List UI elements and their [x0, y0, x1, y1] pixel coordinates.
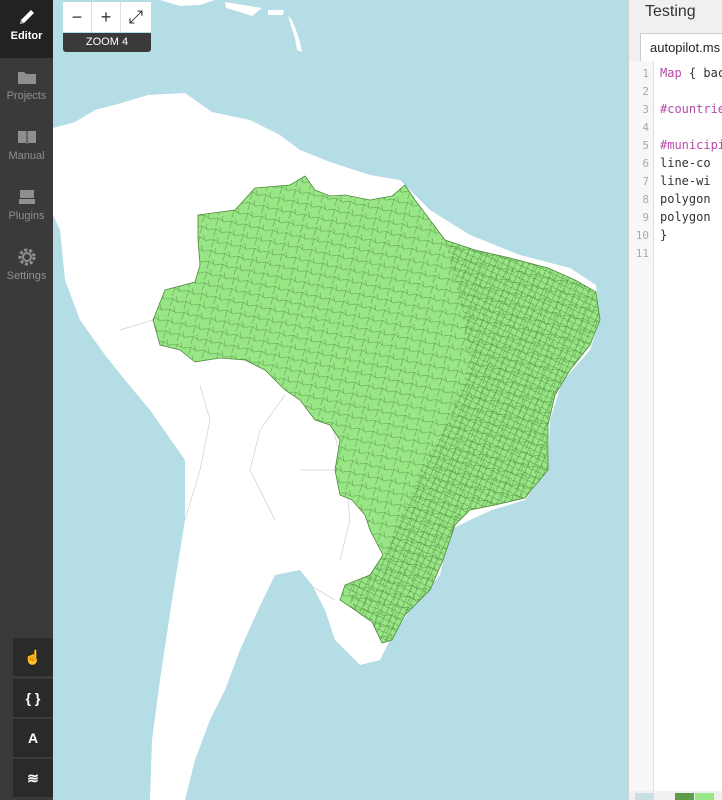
fullscreen-button[interactable]: ⤢ — [121, 2, 151, 32]
sidebar-item-label: Projects — [6, 90, 47, 102]
sidebar-item-label: Editor — [10, 30, 43, 42]
cuba-landmass — [160, 0, 215, 6]
line-number: 8 — [642, 193, 649, 206]
code-line: polygon — [660, 192, 711, 206]
editor-panel: Testing autopilot.ms 1 2 3 4 5 6 7 8 9 10 11 Map {… — [628, 0, 722, 800]
map-canvas[interactable] — [53, 0, 628, 800]
color-swatch[interactable] — [655, 793, 674, 800]
code-line: polygon — [660, 210, 711, 224]
expand-icon: ⤢ — [128, 7, 144, 27]
color-swatch[interactable] — [675, 793, 694, 800]
sidebar-item-plugins[interactable]: Plugins — [0, 180, 53, 238]
plus-icon: + — [100, 7, 112, 27]
zoom-control: − + ⤢ ZOOM 4 — [63, 2, 151, 52]
pencil-icon — [19, 10, 34, 24]
code-line: #countrie — [660, 102, 722, 116]
layers-icon: ≋ — [27, 769, 39, 786]
book-icon — [17, 131, 36, 144]
code-line: line-co — [660, 156, 711, 170]
project-title: Testing — [645, 3, 696, 20]
minus-icon: − — [71, 7, 83, 27]
tab-stylesheet[interactable]: autopilot.ms — [640, 33, 722, 62]
pan-tool-button[interactable]: ☝ — [13, 638, 53, 676]
layers-tool-button[interactable]: ≋ — [13, 759, 53, 797]
color-swatch[interactable] — [635, 793, 654, 800]
zoom-out-button[interactable]: − — [63, 2, 92, 32]
line-number: 11 — [635, 247, 649, 260]
line-number: 7 — [642, 175, 649, 188]
line-number: 2 — [642, 85, 649, 98]
line-number: 9 — [642, 211, 649, 224]
braces-icon: { } — [25, 690, 41, 706]
code-line: line-wi — [660, 174, 711, 188]
line-number: 6 — [642, 157, 649, 170]
sidebar-item-settings[interactable]: Settings — [0, 240, 53, 298]
sidebar: Editor Projects Manual Plugins Settings … — [0, 0, 53, 800]
plugin-icon — [18, 190, 35, 204]
gear-icon — [18, 248, 35, 266]
folder-icon — [17, 72, 36, 84]
antilles-landmass — [288, 16, 302, 52]
code-line: Map { bac — [660, 66, 722, 80]
line-number: 10 — [635, 229, 649, 242]
sidebar-item-manual[interactable]: Manual — [0, 120, 53, 178]
line-number: 5 — [642, 139, 649, 152]
code-line: } — [660, 228, 668, 242]
line-gutter: 1 2 3 4 5 6 7 8 9 10 11 — [629, 61, 654, 791]
hand-icon: ☝ — [24, 648, 42, 665]
zoom-level-label: ZOOM 4 — [63, 33, 151, 52]
line-number: 3 — [642, 103, 649, 116]
sidebar-item-projects[interactable]: Projects — [0, 60, 53, 118]
line-number: 1 — [642, 67, 649, 80]
font-icon: A — [27, 730, 39, 746]
carto-tool-button[interactable]: { } — [13, 679, 53, 717]
code-line: #municipi — [660, 138, 722, 152]
font-tool-button[interactable]: A — [13, 719, 53, 757]
map-render — [53, 0, 601, 800]
sidebar-item-label: Plugins — [8, 210, 45, 222]
code-editor[interactable]: 1 2 3 4 5 6 7 8 9 10 11 Map { bac #countrie #municip… — [629, 61, 722, 791]
sidebar-item-editor[interactable]: Editor — [0, 0, 53, 58]
color-swatch[interactable] — [695, 793, 714, 800]
color-swatches — [629, 791, 722, 800]
zoom-in-button[interactable]: + — [92, 2, 121, 32]
sidebar-item-label: Settings — [6, 270, 47, 282]
hispaniola-landmass — [225, 2, 262, 16]
puerto-rico-landmass — [268, 10, 284, 15]
sidebar-item-label: Manual — [8, 150, 45, 162]
line-number: 4 — [642, 121, 649, 134]
